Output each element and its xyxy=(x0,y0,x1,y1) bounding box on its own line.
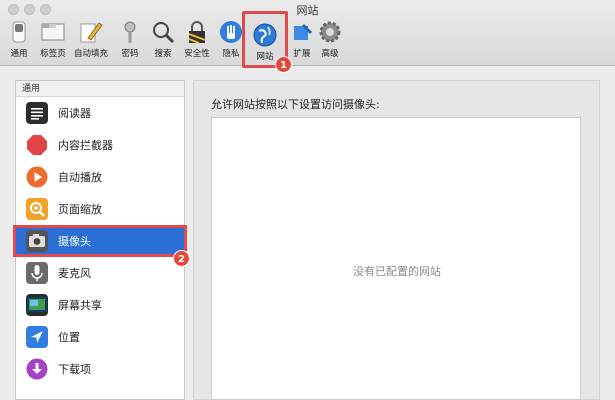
magnifier-icon xyxy=(151,20,175,44)
toolbar-label: 通用 xyxy=(10,49,28,59)
puzzle-icon xyxy=(290,20,314,44)
configured-websites-list[interactable]: 没有已配置的网站 xyxy=(211,117,581,400)
tabs-icon xyxy=(41,20,65,44)
switch-icon xyxy=(7,20,31,44)
sidebar-item-location[interactable]: 位置 xyxy=(16,321,184,353)
toolbar-passwords[interactable]: 密码 xyxy=(113,18,147,62)
sidebar-item-label: 位置 xyxy=(58,331,80,344)
toolbar-tabs[interactable]: 标签页 xyxy=(36,18,70,62)
hand-icon xyxy=(219,20,243,44)
sidebar-item-label: 屏幕共享 xyxy=(58,299,102,312)
toolbar-label: 安全性 xyxy=(184,49,210,59)
microphone-icon xyxy=(26,262,48,284)
stop-icon xyxy=(26,134,48,156)
lock-icon xyxy=(185,20,209,44)
window-title: 网站 xyxy=(296,4,319,17)
toolbar-advanced[interactable]: 高级 xyxy=(313,18,347,62)
window-toolbar: 网站 通用 标签页 自动填充 密码 搜索 安全性 隐私 网站 扩展 高级 xyxy=(0,0,615,68)
pencil-icon xyxy=(79,20,103,44)
camera-icon xyxy=(26,230,48,252)
sidebar-item-label: 内容拦截器 xyxy=(58,139,113,152)
toolbar-label: 自动填充 xyxy=(74,49,109,59)
toolbar-security[interactable]: 安全性 xyxy=(180,18,214,62)
sidebar-item-microphone[interactable]: 麦克风 xyxy=(16,257,184,289)
key-icon xyxy=(118,20,142,44)
zoom-icon xyxy=(26,198,48,220)
location-icon xyxy=(26,326,48,348)
sidebar-section-header: 通用 xyxy=(16,81,184,97)
empty-list-text: 没有已配置的网站 xyxy=(353,265,441,278)
toolbar-label: 密码 xyxy=(121,49,139,59)
sidebar-item-content-blockers[interactable]: 内容拦截器 xyxy=(16,129,184,161)
play-icon xyxy=(26,166,48,188)
sidebar-item-label: 自动播放 xyxy=(58,171,102,184)
step-badge-2: 2 xyxy=(173,250,190,267)
sidebar-item-label: 阅读器 xyxy=(58,107,91,120)
sidebar-item-reader[interactable]: 阅读器 xyxy=(16,97,184,129)
sidebar-item-downloads[interactable]: 下载项 xyxy=(16,353,184,385)
sidebar-item-label: 页面缩放 xyxy=(58,203,102,216)
sidebar: 通用 阅读器 内容拦截器 自动播放 页面缩放 摄像头 麦克风 屏幕共享 位置 下… xyxy=(13,80,187,400)
sidebar-item-label: 麦克风 xyxy=(58,267,91,280)
gear-icon xyxy=(318,20,342,44)
step-badge-1: 1 xyxy=(275,56,292,73)
sidebar-item-label: 下载项 xyxy=(58,363,91,376)
reader-icon xyxy=(26,102,48,124)
toolbar-general[interactable]: 通用 xyxy=(2,18,36,62)
toolbar-label: 标签页 xyxy=(40,49,66,59)
sidebar-item-auto-play[interactable]: 自动播放 xyxy=(16,161,184,193)
screen-share-icon xyxy=(26,294,48,316)
sidebar-item-camera[interactable]: 摄像头 xyxy=(13,225,187,257)
globe-icon xyxy=(253,23,277,47)
toolbar-label: 搜索 xyxy=(154,49,172,59)
toolbar-autofill[interactable]: 自动填充 xyxy=(74,18,108,62)
download-icon xyxy=(26,358,48,380)
sidebar-item-label: 摄像头 xyxy=(58,235,91,248)
sidebar-item-screen-sharing[interactable]: 屏幕共享 xyxy=(16,289,184,321)
toolbar-label: 高级 xyxy=(321,49,339,59)
sidebar-item-page-zoom[interactable]: 页面缩放 xyxy=(16,193,184,225)
toolbar-search[interactable]: 搜索 xyxy=(146,18,180,62)
camera-settings-label: 允许网站按照以下设置访问摄像头: xyxy=(211,98,380,111)
